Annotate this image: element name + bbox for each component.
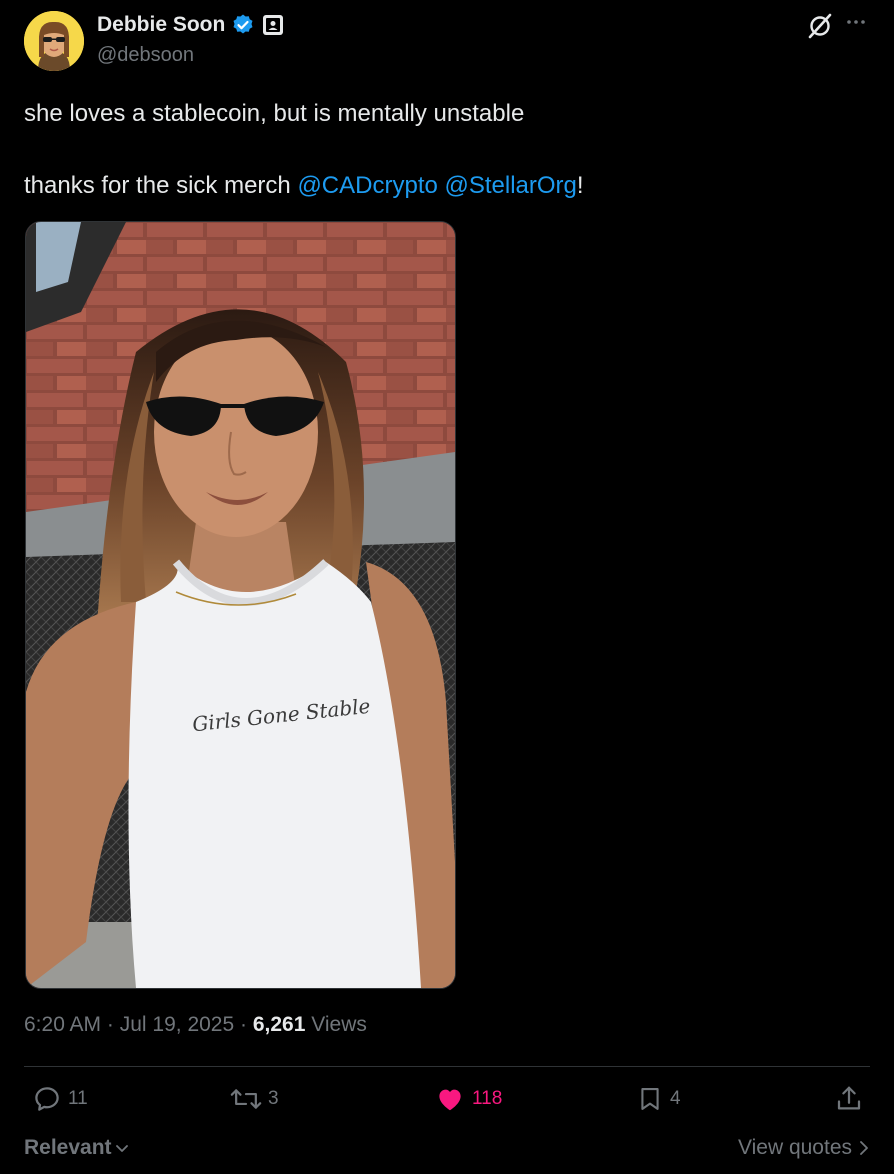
tweet-text: she loves a stablecoin, but is mentally …: [24, 96, 864, 204]
avatar[interactable]: [24, 11, 84, 71]
author-name[interactable]: Debbie Soon: [97, 13, 225, 37]
grok-icon[interactable]: [806, 12, 834, 40]
avatar-illustration: [24, 11, 84, 71]
mention-cadcrypto[interactable]: @CADcrypto: [297, 172, 437, 199]
view-quotes-label: View quotes: [737, 1136, 852, 1159]
more-options-icon[interactable]: [842, 10, 870, 38]
replies-controls: Relevant View quotes: [24, 1136, 870, 1166]
views-count: 6,261: [252, 1013, 306, 1036]
meta-separator: ·: [101, 1013, 120, 1036]
tweet-header: Debbie Soon @debsoon: [24, 10, 870, 72]
author-handle[interactable]: @debsoon: [97, 44, 194, 67]
meta-separator: ·: [234, 1013, 253, 1036]
action-bar: 11 3 118 4: [24, 1084, 870, 1124]
verified-badge-icon[interactable]: [231, 13, 255, 37]
author-name-row: Debbie Soon: [97, 13, 285, 37]
reply-button[interactable]: 11: [32, 1084, 88, 1114]
tweet-meta: 6:20 AM · Jul 19, 2025 · 6,261 Views: [24, 1013, 367, 1037]
share-button[interactable]: [834, 1084, 864, 1114]
like-button[interactable]: 118: [434, 1084, 502, 1114]
tweet-line-2: thanks for the sick merch @CADcrypto @St…: [24, 168, 864, 204]
chevron-right-icon: [860, 1141, 868, 1155]
photo-illustration: Girls Gone Stable: [26, 222, 455, 988]
repost-count: 3: [268, 1088, 279, 1109]
bookmark-icon: [641, 1088, 659, 1110]
tweet-date[interactable]: Jul 19, 2025: [120, 1013, 234, 1036]
repost-icon: [230, 1089, 262, 1109]
views-label: Views: [305, 1013, 367, 1036]
affiliate-badge-icon[interactable]: [261, 13, 285, 37]
chevron-down-icon: [115, 1145, 128, 1152]
repost-button[interactable]: 3: [230, 1084, 279, 1114]
reply-count: 11: [68, 1088, 88, 1109]
share-icon: [837, 1086, 861, 1110]
tweet-time[interactable]: 6:20 AM: [24, 1013, 101, 1036]
sort-replies-label: Relevant: [24, 1136, 112, 1159]
mention-stellarorg[interactable]: @StellarOrg: [445, 172, 577, 199]
tweet-line-2-suffix: !: [576, 172, 584, 199]
tweet-photo[interactable]: Girls Gone Stable: [25, 221, 456, 989]
sort-replies-dropdown[interactable]: Relevant: [24, 1136, 130, 1160]
reply-icon: [35, 1087, 59, 1111]
divider: [24, 1066, 870, 1067]
bookmark-button[interactable]: 4: [636, 1084, 681, 1114]
like-count: 118: [472, 1088, 503, 1109]
tweet-line-1: she loves a stablecoin, but is mentally …: [24, 100, 525, 127]
bookmark-count: 4: [670, 1088, 681, 1109]
tweet-line-2-text: thanks for the sick merch: [24, 172, 298, 199]
heart-filled-icon: [439, 1089, 461, 1111]
view-quotes-link[interactable]: View quotes: [738, 1136, 870, 1160]
